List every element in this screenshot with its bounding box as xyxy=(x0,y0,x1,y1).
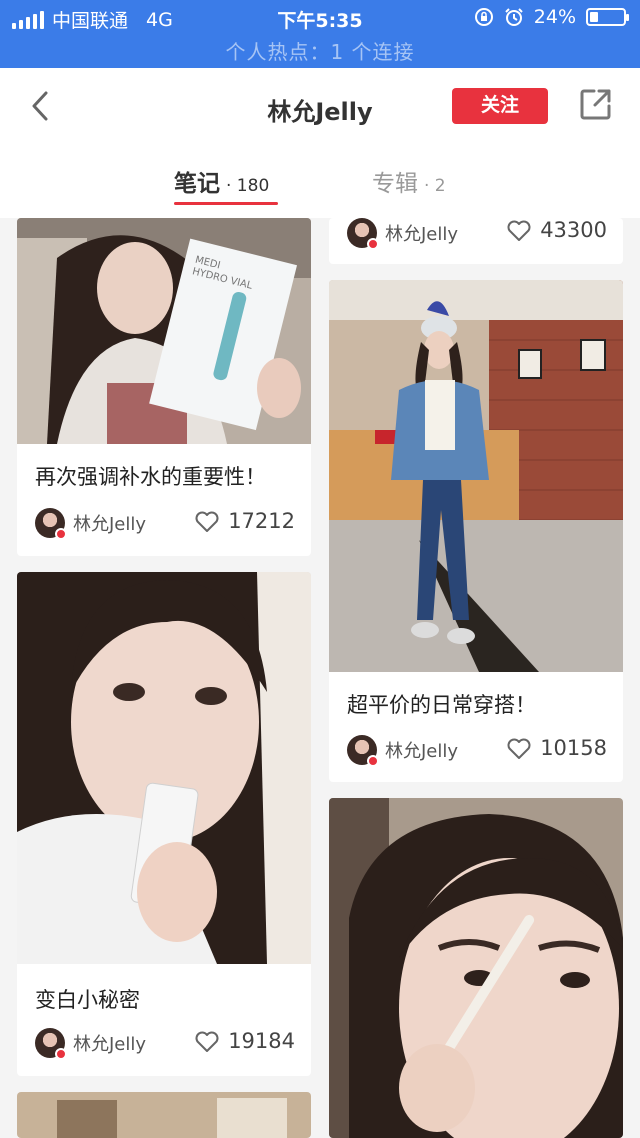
tab-notes-label: 笔记 xyxy=(174,171,220,197)
author-avatar xyxy=(347,218,379,250)
like-count-value: 10158 xyxy=(540,736,607,760)
note-title: 变白小秘密 xyxy=(35,988,140,1012)
note-photo xyxy=(17,1092,311,1138)
author-avatar xyxy=(35,508,67,540)
author-avatar xyxy=(35,1028,67,1060)
card-author[interactable]: 林允Jelly xyxy=(347,218,459,250)
note-photo: MEDI HYDRO VIAL xyxy=(17,218,311,444)
note-title: 超平价的日常穿搭！ xyxy=(347,693,536,717)
status-bar: 中国联通 4G 下午5:35 24% 个人热点：1 个连接 xyxy=(0,0,640,68)
like-count[interactable]: 19184 xyxy=(194,1029,295,1053)
battery-icon xyxy=(586,8,629,26)
tab-bar: 笔记 · 180 专辑 · 2 xyxy=(0,146,640,218)
hotspot-banner[interactable]: 个人热点：1 个连接 xyxy=(0,36,640,65)
note-title: 再次强调补水的重要性！ xyxy=(35,465,266,489)
like-count[interactable]: 17212 xyxy=(194,509,295,533)
heart-icon xyxy=(195,511,219,532)
heart-icon xyxy=(195,1031,219,1052)
active-tab-indicator xyxy=(174,202,278,205)
note-card[interactable] xyxy=(329,798,623,1138)
author-name: 林允Jelly xyxy=(73,1034,147,1055)
note-card[interactable]: MEDI HYDRO VIAL 再次强调补水的重要性！ 林允Jelly 1721… xyxy=(17,218,311,556)
like-count[interactable]: 10158 xyxy=(506,736,607,760)
tab-notes[interactable]: 笔记 · 180 xyxy=(174,164,269,198)
note-card[interactable]: 林允Jelly 43300 xyxy=(329,218,623,264)
author-name: 林允Jelly xyxy=(385,224,459,245)
like-count-value: 43300 xyxy=(540,218,607,242)
share-icon[interactable] xyxy=(578,86,614,122)
author-name: 林允Jelly xyxy=(73,514,147,535)
note-photo xyxy=(17,572,311,964)
alarm-icon xyxy=(505,8,523,26)
like-count[interactable]: 43300 xyxy=(506,218,607,242)
heart-icon xyxy=(507,738,531,759)
follow-button[interactable]: 关注 xyxy=(452,88,548,124)
battery-percent: 24% xyxy=(533,6,576,28)
author-name: 林允Jelly xyxy=(385,741,459,762)
card-author[interactable]: 林允Jelly xyxy=(35,1028,147,1060)
note-card[interactable]: 超平价的日常穿搭！ 林允Jelly 10158 xyxy=(329,280,623,782)
note-card[interactable]: 变白小秘密 林允Jelly 19184 xyxy=(17,572,311,1076)
note-photo xyxy=(329,280,623,672)
like-count-value: 17212 xyxy=(228,509,295,533)
like-count-value: 19184 xyxy=(228,1029,295,1053)
author-avatar xyxy=(347,735,379,767)
tab-albums-label: 专辑 xyxy=(372,171,418,197)
tab-albums[interactable]: 专辑 · 2 xyxy=(372,164,446,198)
note-photo xyxy=(329,798,623,1138)
tab-notes-count: · 180 xyxy=(226,176,270,196)
rotation-lock-icon xyxy=(474,8,493,26)
note-card[interactable] xyxy=(17,1092,311,1138)
tab-albums-count: · 2 xyxy=(424,176,446,196)
heart-icon xyxy=(507,220,531,241)
card-author[interactable]: 林允Jelly xyxy=(347,735,459,767)
nav-bar: 林允Jelly 关注 xyxy=(0,68,640,146)
card-author[interactable]: 林允Jelly xyxy=(35,508,147,540)
